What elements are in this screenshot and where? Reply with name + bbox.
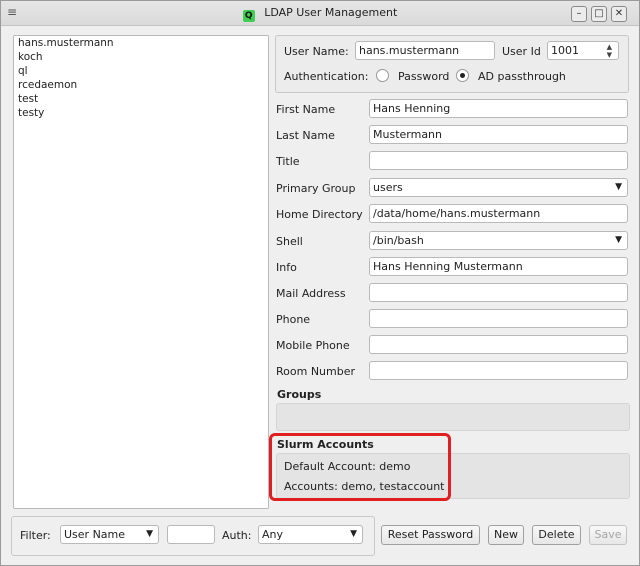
window-title-area: Q LDAP User Management — [1, 6, 639, 22]
list-item[interactable]: test — [14, 92, 268, 106]
user-id-value: 1001 — [551, 44, 579, 57]
mail-address-label: Mail Address — [276, 287, 346, 300]
phone-input[interactable] — [369, 309, 628, 328]
primary-group-select[interactable]: users ▼ — [369, 178, 628, 197]
list-item[interactable]: koch — [14, 50, 268, 64]
password-radio[interactable] — [376, 69, 389, 82]
filter-field-value: User Name — [64, 528, 126, 541]
groups-title: Groups — [277, 388, 322, 401]
chevron-down-icon: ▼ — [350, 529, 357, 539]
qt-logo-icon: Q — [242, 10, 255, 22]
auth-filter-label: Auth: — [222, 529, 252, 542]
filter-field-select[interactable]: User Name ▼ — [60, 525, 159, 544]
close-icon[interactable]: ✕ — [611, 6, 627, 22]
list-item[interactable]: rcedaemon — [14, 78, 268, 92]
title-label: Title — [276, 155, 300, 168]
mobile-phone-input[interactable] — [369, 335, 628, 354]
title-bar: ≡ Q LDAP User Management – □ ✕ — [1, 1, 639, 26]
last-name-label: Last Name — [276, 129, 335, 142]
list-item[interactable]: testy — [14, 106, 268, 120]
list-item[interactable]: hans.mustermann — [14, 36, 268, 50]
user-id-label: User Id — [502, 45, 541, 58]
info-input[interactable]: Hans Henning Mustermann — [369, 257, 628, 276]
home-directory-input[interactable]: /data/home/hans.mustermann — [369, 204, 628, 223]
list-item[interactable]: ql — [14, 64, 268, 78]
first-name-label: First Name — [276, 103, 336, 116]
user-name-input[interactable]: hans.mustermann — [355, 41, 495, 60]
room-number-input[interactable] — [369, 361, 628, 380]
save-button[interactable]: Save — [589, 525, 627, 545]
password-radio-label[interactable]: Password — [398, 70, 449, 83]
reset-password-button[interactable]: Reset Password — [381, 525, 480, 545]
phone-label: Phone — [276, 313, 311, 326]
auth-filter-value: Any — [262, 528, 284, 541]
filter-text-input[interactable] — [167, 525, 215, 544]
spin-arrows-icon[interactable]: ▲ ▼ — [607, 43, 612, 59]
primary-group-label: Primary Group — [276, 182, 356, 195]
chevron-down-icon: ▼ — [615, 235, 622, 245]
first-name-input[interactable]: Hans Henning — [369, 99, 628, 118]
info-label: Info — [276, 261, 297, 274]
auth-filter-select[interactable]: Any ▼ — [258, 525, 363, 544]
title-input[interactable] — [369, 151, 628, 170]
main-window: ≡ Q LDAP User Management – □ ✕ hans.must… — [0, 0, 640, 566]
last-name-input[interactable]: Mustermann — [369, 125, 628, 144]
mail-address-input[interactable] — [369, 283, 628, 302]
minimize-icon[interactable]: – — [571, 6, 587, 22]
slurm-highlight-box — [269, 433, 451, 501]
maximize-icon[interactable]: □ — [591, 6, 607, 22]
mobile-phone-label: Mobile Phone — [276, 339, 350, 352]
ad-passthrough-radio[interactable] — [456, 69, 469, 82]
home-directory-label: Home Directory — [276, 208, 363, 221]
room-number-label: Room Number — [276, 365, 356, 378]
user-id-spinbox[interactable]: 1001 ▲ ▼ — [547, 41, 619, 60]
shell-value: /bin/bash — [373, 234, 424, 247]
shell-select[interactable]: /bin/bash ▼ — [369, 231, 628, 250]
groups-box — [276, 403, 630, 431]
chevron-down-icon: ▼ — [615, 182, 622, 192]
ad-passthrough-radio-label[interactable]: AD passthrough — [478, 70, 566, 83]
window-title: LDAP User Management — [264, 6, 398, 19]
new-button[interactable]: New — [488, 525, 524, 545]
shell-label: Shell — [276, 235, 303, 248]
authentication-label: Authentication: — [284, 70, 369, 83]
delete-button[interactable]: Delete — [532, 525, 581, 545]
user-list[interactable]: hans.mustermann koch ql rcedaemon test t… — [13, 35, 269, 509]
filter-label: Filter: — [20, 529, 51, 542]
chevron-down-icon: ▼ — [146, 529, 153, 539]
primary-group-value: users — [373, 181, 403, 194]
user-name-label: User Name: — [284, 45, 349, 58]
